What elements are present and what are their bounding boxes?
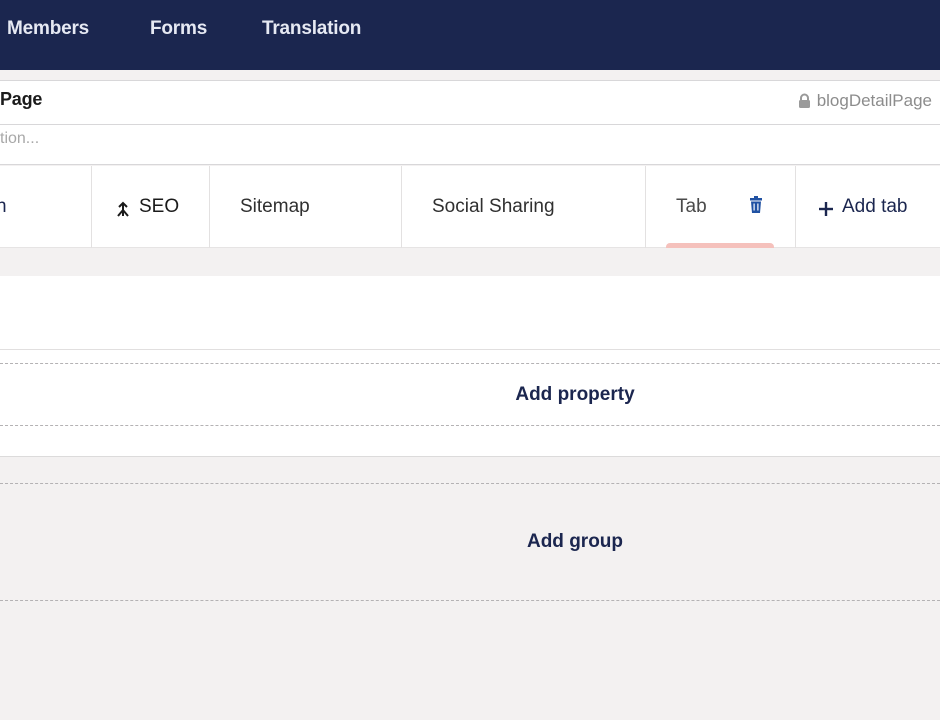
nav-item-forms[interactable]: Forms: [150, 18, 207, 40]
tab-label: Sitemap: [240, 196, 310, 217]
add-property-button[interactable]: Add property: [0, 363, 940, 426]
document-type-name-input[interactable]: Page: [0, 89, 42, 110]
alias-text: blogDetailPage: [816, 91, 932, 110]
tab-social-sharing[interactable]: Social Sharing: [402, 166, 646, 248]
add-tab-button[interactable]: Add tab: [796, 166, 940, 248]
plus-icon: [819, 202, 833, 216]
description-row: tion...: [0, 125, 940, 165]
description-input[interactable]: tion...: [0, 130, 39, 148]
tabs-bar: n SEO Sitemap Social Sharing Tab Add tab: [0, 166, 940, 248]
tab-label: n: [0, 196, 7, 217]
add-group-button[interactable]: Add group: [0, 483, 940, 601]
group-header-divider: [0, 349, 940, 350]
add-property-label: Add property: [515, 383, 635, 405]
top-navigation: Members Forms Translation: [0, 0, 940, 70]
tab-tab-active[interactable]: Tab: [646, 166, 796, 248]
add-tab-label: Add tab: [842, 196, 908, 217]
tab-label: Tab: [676, 196, 707, 217]
alias-field[interactable]: blogDetailPage: [798, 91, 932, 111]
document-type-name-row: Page blogDetailPage: [0, 80, 940, 125]
tab-label: SEO: [139, 196, 180, 217]
nav-item-translation[interactable]: Translation: [262, 18, 361, 40]
add-group-label: Add group: [526, 531, 624, 552]
active-tab-indicator: [666, 243, 774, 248]
trash-icon[interactable]: [749, 196, 763, 214]
tab-sitemap[interactable]: Sitemap: [210, 166, 402, 248]
nav-item-members[interactable]: Members: [7, 18, 89, 40]
tab-label: Social Sharing: [432, 196, 555, 217]
tab-content[interactable]: n: [0, 166, 92, 248]
property-group: Add property: [0, 276, 940, 457]
tab-seo[interactable]: SEO: [92, 166, 210, 248]
drag-handle-icon[interactable]: [116, 201, 130, 217]
lock-icon[interactable]: [798, 93, 811, 109]
